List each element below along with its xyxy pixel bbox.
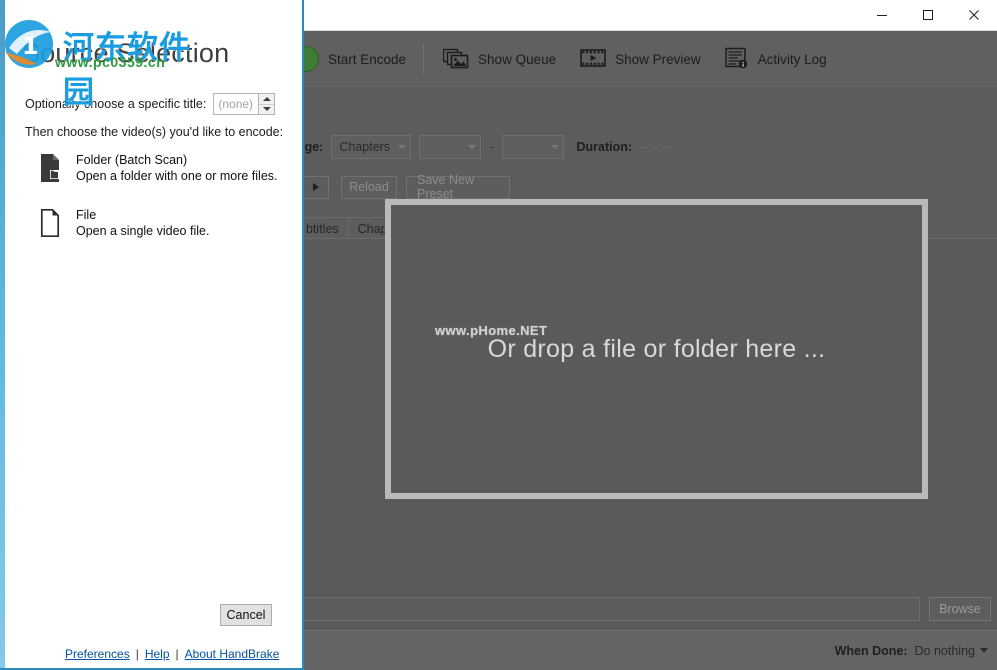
- phome-watermark: www.pHome.NET: [435, 323, 548, 338]
- drop-zone[interactable]: www.pHome.NET Or drop a file or folder h…: [385, 199, 928, 499]
- chevron-down-icon: [468, 145, 477, 149]
- duration-value: --:--:--: [639, 140, 671, 154]
- save-new-preset-button[interactable]: Save New Preset: [406, 173, 510, 201]
- show-queue-icon: [442, 47, 469, 72]
- link-separator: |: [135, 647, 139, 661]
- toolbar-item-show-queue[interactable]: Show Queue: [432, 37, 567, 81]
- destination-path-input[interactable]: [300, 597, 920, 621]
- title-value[interactable]: (none): [213, 93, 259, 115]
- chevron-down-icon: [398, 145, 407, 149]
- help-link[interactable]: Help: [145, 647, 170, 661]
- stepper-down-button[interactable]: [259, 103, 275, 115]
- source-selection-dialog: Source Selection Optionally choose a spe…: [0, 0, 304, 670]
- browse-label: Browse: [939, 602, 981, 616]
- title-select-row: Optionally choose a specific title: (non…: [25, 93, 285, 115]
- toolbar-item-label: Start Encode: [328, 51, 407, 67]
- range-end-select[interactable]: [501, 135, 564, 159]
- source-option-file[interactable]: File Open a single video file.: [38, 207, 209, 244]
- range-type-value: Chapters: [339, 140, 391, 154]
- toolbar-item-label: Activity Log: [757, 51, 827, 67]
- play-arrow-icon: [313, 183, 319, 191]
- option-description: Open a folder with one or more files.: [76, 169, 278, 183]
- about-handbrake-link[interactable]: About HandBrake: [185, 647, 280, 661]
- stepper-up-button[interactable]: [259, 94, 274, 104]
- range-separator: -: [489, 140, 494, 154]
- dialog-footer-links: Preferences | Help | About HandBrake: [65, 647, 279, 661]
- triangle-up-icon: [262, 96, 271, 101]
- when-done-value: Do nothing: [914, 643, 975, 658]
- encode-prompt-label: Then choose the video(s) you'd like to e…: [25, 125, 284, 139]
- range-type-select[interactable]: Chapters: [331, 135, 412, 159]
- toolbar-item-activity-log[interactable]: Activity Log: [714, 37, 838, 81]
- link-separator: |: [175, 647, 179, 661]
- duration-label: Duration:: [576, 140, 633, 154]
- cancel-button[interactable]: Cancel: [220, 604, 272, 626]
- option-title: File: [76, 208, 97, 222]
- source-option-folder[interactable]: Folder (Batch Scan) Open a folder with o…: [38, 152, 278, 189]
- close-button[interactable]: [951, 0, 997, 31]
- toolbar-item-label: Show Queue: [478, 51, 557, 67]
- folder-icon: [38, 152, 62, 189]
- chevron-down-icon: [980, 648, 988, 653]
- show-preview-icon: [580, 47, 606, 72]
- title-prompt-label: Optionally choose a specific title:: [25, 97, 207, 111]
- toolbar-item-label: Show Preview: [615, 51, 701, 67]
- cancel-label: Cancel: [226, 608, 266, 622]
- maximize-button[interactable]: [905, 0, 951, 31]
- preset-expand-button[interactable]: [303, 175, 329, 199]
- activity-log-icon: [724, 47, 749, 72]
- dialog-heading: Source Selection: [22, 38, 230, 68]
- preferences-link[interactable]: Preferences: [65, 647, 130, 661]
- option-title: Folder (Batch Scan): [76, 153, 188, 167]
- reload-label: Reload: [349, 180, 389, 194]
- file-icon: [38, 207, 62, 244]
- tab-label: btitles: [306, 221, 339, 236]
- stepper-buttons[interactable]: [258, 93, 276, 115]
- dialog-accent-edge: [0, 0, 5, 668]
- range-start-select[interactable]: [419, 135, 482, 159]
- triangle-down-icon: [262, 107, 271, 112]
- drop-zone-message: Or drop a file or folder here ...: [487, 334, 826, 363]
- app-root: HandBrake Start Encode: [0, 0, 997, 670]
- toolbar-item-show-preview[interactable]: Show Preview: [569, 37, 712, 81]
- when-done-label: When Done:: [834, 643, 908, 658]
- when-done-select[interactable]: Do nothing: [915, 644, 988, 658]
- option-description: Open a single video file.: [76, 224, 210, 238]
- browse-button[interactable]: Browse: [929, 597, 991, 621]
- minimize-button[interactable]: [859, 0, 905, 31]
- window-controls: [859, 0, 997, 31]
- chevron-down-icon: [550, 145, 559, 149]
- title-number-stepper[interactable]: (none): [213, 93, 276, 115]
- toolbar-divider: [423, 44, 425, 74]
- save-preset-label: Save New Preset: [417, 173, 474, 201]
- reload-button[interactable]: Reload: [341, 175, 397, 199]
